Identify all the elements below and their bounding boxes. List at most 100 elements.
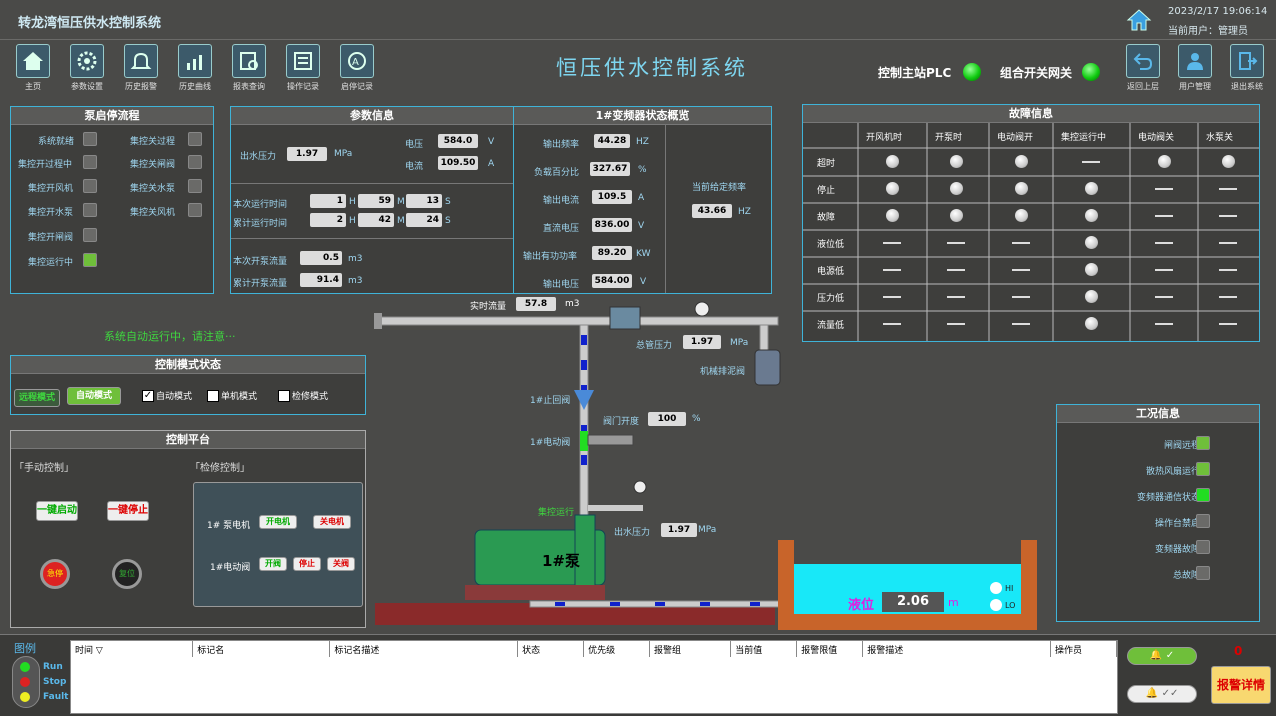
nav-label: 用户管理 bbox=[1179, 82, 1211, 91]
fault-indicator-none bbox=[947, 242, 965, 244]
fault-indicator bbox=[950, 209, 963, 222]
nav-label: 报表查询 bbox=[233, 82, 265, 91]
main-pipe bbox=[377, 316, 779, 326]
alarm-column-header[interactable]: 报警描述 bbox=[862, 641, 1051, 657]
fault-indicator bbox=[1015, 209, 1028, 222]
alarm-detail-button[interactable]: 报警详情 bbox=[1211, 666, 1271, 704]
fault-indicator bbox=[1015, 182, 1028, 195]
panel-title: 故障信息 bbox=[803, 105, 1259, 123]
plc-status-label: 控制主站PLC bbox=[878, 66, 952, 80]
reset-button[interactable]: 复位 bbox=[112, 559, 142, 589]
panel-title: 1#变频器状态概览 bbox=[514, 107, 771, 125]
option-label: 检修模式 bbox=[292, 392, 329, 402]
motor-off-button[interactable]: 关电机 bbox=[313, 515, 351, 529]
alarm-column-header[interactable]: 操作员 bbox=[1050, 641, 1118, 657]
checkbox[interactable] bbox=[207, 389, 219, 402]
total-minutes: 42 bbox=[358, 213, 394, 227]
alarm-column-header[interactable]: 标记名 bbox=[192, 641, 331, 657]
stop-all-button[interactable]: 一键停止 bbox=[107, 501, 149, 521]
single-mode-option[interactable]: 单机模式 bbox=[207, 389, 257, 402]
nav-label: 历史曲线 bbox=[179, 82, 211, 91]
alarm-column-header[interactable]: 标记名描述 bbox=[329, 641, 519, 657]
fault-indicator-none bbox=[1219, 269, 1237, 271]
work-status-label: 变频器通信状态 bbox=[1136, 493, 1200, 503]
nav-home[interactable]: 主页 bbox=[8, 44, 58, 96]
work-status-panel: 工况信息 bbox=[1056, 404, 1260, 622]
auto-mode-option[interactable]: ✓ 自动模式 bbox=[142, 389, 192, 402]
nav-label: 主页 bbox=[25, 82, 41, 91]
fault-indicator-none bbox=[1219, 242, 1237, 244]
flow-step-indicator bbox=[83, 132, 97, 146]
auto-mode-button[interactable]: 自动模式 bbox=[67, 387, 121, 405]
fault-indicator-none bbox=[947, 296, 965, 298]
checkbox-checked[interactable]: ✓ bbox=[142, 389, 154, 402]
home-icon[interactable] bbox=[1126, 8, 1152, 32]
total-flow-value: 91.4 bbox=[300, 273, 342, 287]
nav-operation-log[interactable]: 操作记录 bbox=[278, 44, 328, 96]
title-bar bbox=[0, 0, 1276, 40]
vfd-value: 89.20 bbox=[592, 246, 632, 260]
plc-status-led bbox=[963, 63, 981, 81]
page-title: 恒压供水控制系统 bbox=[556, 56, 748, 80]
valve-stop-button[interactable]: 停止 bbox=[293, 557, 321, 571]
pipe-flange bbox=[374, 313, 382, 329]
nav-history-curve[interactable]: 历史曲线 bbox=[170, 44, 220, 96]
fault-indicator-none bbox=[1219, 188, 1237, 190]
fault-indicator-none bbox=[1155, 296, 1173, 298]
start-all-button[interactable]: 一键启动 bbox=[36, 501, 78, 521]
legend-fault-label: Fault bbox=[43, 692, 69, 702]
fault-indicator bbox=[1222, 155, 1235, 168]
fault-indicator bbox=[1085, 317, 1098, 330]
work-status-indicator bbox=[1196, 514, 1210, 528]
flow-step-indicator bbox=[188, 179, 202, 193]
legend-stop-label: Stop bbox=[43, 677, 67, 687]
vfd-value: 109.5 bbox=[592, 190, 632, 204]
alarm-column-header[interactable]: 状态 bbox=[517, 641, 585, 657]
back-button[interactable]: 返回上层 bbox=[1118, 44, 1168, 96]
exit-button[interactable]: 退出系统 bbox=[1222, 44, 1272, 96]
valve-open-button[interactable]: 开阀 bbox=[259, 557, 287, 571]
acknowledge-all-button[interactable]: 🔔 ✓✓ bbox=[1127, 685, 1197, 703]
divider bbox=[665, 125, 666, 293]
unit: m3 bbox=[348, 276, 363, 286]
unit: % bbox=[692, 414, 701, 424]
valve-close-button[interactable]: 关阀 bbox=[327, 557, 355, 571]
fault-row-label: 流量低 bbox=[817, 321, 845, 331]
checkbox[interactable] bbox=[278, 389, 290, 402]
fault-indicator bbox=[886, 182, 899, 195]
voltage-value: 584.0 bbox=[438, 134, 478, 148]
fault-column-header: 电动阀开 bbox=[997, 133, 1034, 143]
flow-step-label: 集控开过程中 bbox=[18, 160, 73, 170]
fault-indicator-none bbox=[1219, 296, 1237, 298]
nav-startstop-log[interactable]: A 启停记录 bbox=[332, 44, 382, 96]
alarm-column-header[interactable]: 报警组 bbox=[649, 641, 732, 657]
fault-light bbox=[20, 692, 30, 702]
alarm-column-header[interactable]: 时间 ▽ bbox=[71, 641, 194, 657]
flow-step-indicator bbox=[188, 155, 202, 169]
repair-mode-option[interactable]: 检修模式 bbox=[278, 389, 328, 402]
realtime-flow-label: 实时流量 bbox=[470, 302, 507, 312]
vfd-label: 当前给定频率 bbox=[692, 183, 747, 193]
user-manage-button[interactable]: 用户管理 bbox=[1170, 44, 1220, 96]
nav-params[interactable]: 参数设置 bbox=[62, 44, 112, 96]
acknowledge-button[interactable]: 🔔 ✓ bbox=[1127, 647, 1197, 665]
flow-step-label: 集控运行中 bbox=[28, 258, 74, 268]
alarm-table[interactable]: 时间 ▽ 标记名 标记名描述 状态 优先级 报警组 当前值 报警限值 报警描述 操作员 bbox=[70, 640, 1118, 714]
unit: KW bbox=[636, 249, 651, 259]
user-icon bbox=[1178, 44, 1212, 78]
alarm-column-header[interactable]: 当前值 bbox=[730, 641, 798, 657]
nav-alarm-history[interactable]: 历史报警 bbox=[116, 44, 166, 96]
unit: H bbox=[349, 197, 356, 207]
motor-on-button[interactable]: 开电机 bbox=[259, 515, 297, 529]
panel-title: 泵启停流程 bbox=[11, 107, 213, 125]
vfd-label: 负载百分比 bbox=[534, 168, 580, 178]
alarm-column-header[interactable]: 优先级 bbox=[583, 641, 651, 657]
unit: MPa bbox=[698, 525, 717, 535]
fault-column-header: 开风机时 bbox=[866, 133, 903, 143]
lo-label: LO bbox=[1005, 601, 1016, 610]
report-icon bbox=[232, 44, 266, 78]
emergency-stop-button[interactable]: 急停 bbox=[40, 559, 70, 589]
nav-report[interactable]: 报表查询 bbox=[224, 44, 274, 96]
param-label: 电流 bbox=[405, 162, 424, 172]
alarm-column-header[interactable]: 报警限值 bbox=[796, 641, 864, 657]
